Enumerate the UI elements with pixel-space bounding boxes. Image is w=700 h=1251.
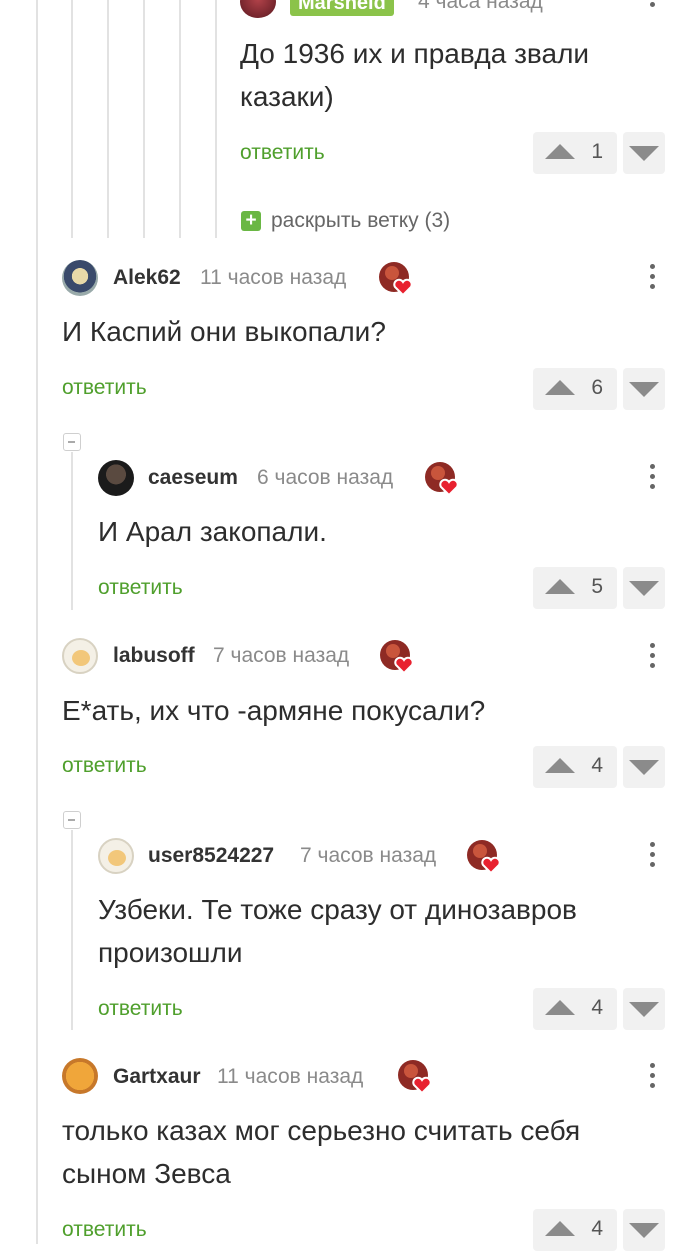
expand-branch-link[interactable]: раскрыть ветку (3) [271,209,450,233]
arrow-down-icon [629,146,659,161]
thread-line [215,0,217,238]
reply-link[interactable]: ответить [98,576,183,600]
arrow-up-icon [545,1000,575,1015]
more-options-icon[interactable] [648,643,656,668]
comment-text: Е*ать, их что -армяне покусали? [62,695,486,726]
downvote-button[interactable] [623,988,665,1030]
arrow-down-icon [629,760,659,775]
upvote-button[interactable]: 6 [533,368,617,410]
upvote-button[interactable]: 4 [533,1209,617,1251]
reply-link[interactable]: ответить [62,754,147,778]
arrow-up-icon [545,1221,575,1236]
collapse-toggle[interactable] [63,811,81,829]
more-options-icon[interactable] [648,0,656,7]
avatar[interactable] [62,638,98,674]
vote-count: 4 [591,1217,603,1240]
avatar[interactable] [98,460,134,496]
thread-line [71,830,73,1030]
author-name[interactable]: Gartxaur [113,1065,201,1089]
vote-count: 1 [591,140,603,163]
heart-award-icon [379,262,413,297]
heart-award-icon [398,1060,432,1095]
reply-link[interactable]: ответить [98,997,183,1021]
upvote-button[interactable]: 5 [533,567,617,609]
vote-controls: 4 [533,988,665,1030]
comment-text: И Арал закопали. [98,516,327,547]
downvote-button[interactable] [623,132,665,174]
heart-award-icon [425,462,459,497]
vote-controls: 4 [533,1209,665,1251]
comment-text: И Каспий они выкопали? [62,316,386,347]
comment-time: 7 часов назад [300,844,437,867]
thread-line [36,0,38,1244]
avatar[interactable] [62,260,98,296]
comment-time: 11 часов назад [200,266,347,289]
more-options-icon[interactable] [648,464,656,489]
heart-award-icon [380,640,414,675]
vote-count: 4 [591,996,603,1019]
upvote-button[interactable]: 4 [533,746,617,788]
collapse-toggle[interactable] [63,433,81,451]
comment-text: Узбеки. Те тоже сразу от динозавров прои… [98,894,577,968]
thread-line [107,0,109,238]
arrow-down-icon [629,1002,659,1017]
downvote-button[interactable] [623,368,665,410]
comment-time: 4 часа назад [418,0,543,13]
author-name[interactable]: Marsheid [290,0,394,16]
vote-count: 6 [591,376,603,399]
comment-text: До 1936 их и правда звали казаки) [240,38,590,112]
avatar[interactable] [62,1058,98,1094]
thread-line [71,452,73,610]
reply-link[interactable]: ответить [62,1218,147,1242]
author-name[interactable]: labusoff [113,644,195,668]
heart-award-icon [467,840,501,875]
arrow-down-icon [629,1223,659,1238]
downvote-button[interactable] [623,746,665,788]
more-options-icon[interactable] [648,264,656,289]
upvote-button[interactable]: 4 [533,988,617,1030]
arrow-up-icon [545,144,575,159]
thread-line [179,0,181,238]
more-options-icon[interactable] [648,842,656,867]
thread-line [143,0,145,238]
arrow-up-icon [545,380,575,395]
vote-controls: 1 [533,132,665,174]
vote-count: 4 [591,754,603,777]
author-name[interactable]: caeseum [148,466,238,490]
vote-controls: 6 [533,368,665,410]
vote-controls: 5 [533,567,665,609]
comment-time: 7 часов назад [213,644,350,667]
reply-link[interactable]: ответить [240,141,325,165]
reply-link[interactable]: ответить [62,376,147,400]
downvote-button[interactable] [623,567,665,609]
thread-line [71,0,73,238]
comment-text: только казах мог серьезно считать себя с… [62,1115,581,1189]
arrow-down-icon [629,581,659,596]
arrow-down-icon [629,382,659,397]
more-options-icon[interactable] [648,1063,656,1088]
arrow-up-icon [545,758,575,773]
vote-count: 5 [591,575,603,598]
avatar[interactable] [98,838,134,874]
arrow-up-icon [545,579,575,594]
comment-time: 6 часов назад [257,466,394,489]
expand-icon[interactable]: + [241,211,261,231]
avatar[interactable] [240,0,276,18]
vote-controls: 4 [533,746,665,788]
downvote-button[interactable] [623,1209,665,1251]
author-name[interactable]: Alek62 [113,266,181,290]
author-name[interactable]: user8524227 [148,844,274,868]
upvote-button[interactable]: 1 [533,132,617,174]
comment-time: 11 часов назад [217,1065,364,1088]
